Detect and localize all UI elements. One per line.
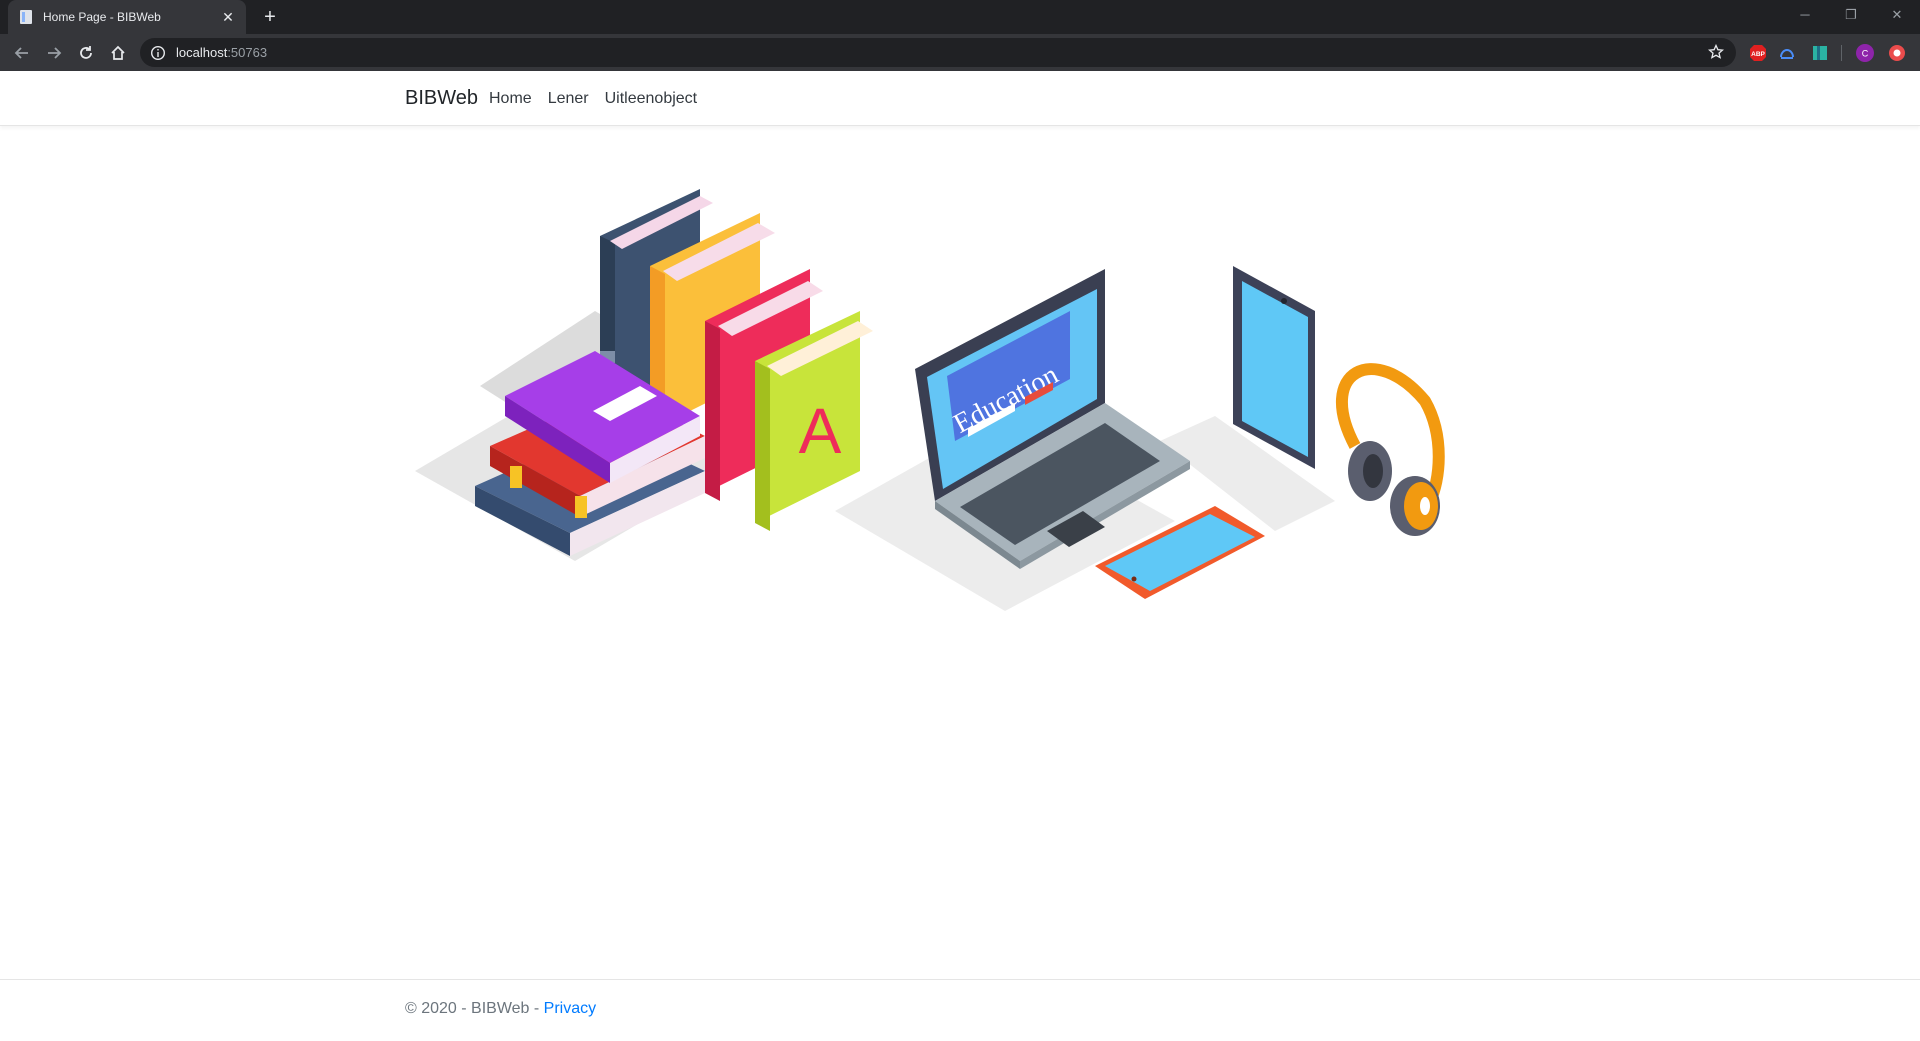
tab-close-icon[interactable]: ✕ <box>220 9 236 26</box>
forward-icon[interactable] <box>40 39 68 67</box>
site-info-icon[interactable] <box>150 45 166 61</box>
svg-text:ABP: ABP <box>1751 51 1765 58</box>
nav-link-home[interactable]: Home <box>489 90 532 108</box>
browser-toolbar: localhost:50763 ABP C <box>0 34 1920 71</box>
tab-title: Home Page - BIBWeb <box>43 10 161 24</box>
headphones <box>1336 363 1445 536</box>
footer-copyright: © 2020 - BIBWeb - <box>405 1000 544 1017</box>
url-host: localhost <box>176 45 228 60</box>
page-favicon-icon <box>18 9 34 25</box>
nav-links: Home Lener Uitleenobject <box>489 90 713 108</box>
address-bar[interactable]: localhost:50763 <box>140 38 1736 67</box>
privacy-link[interactable]: Privacy <box>544 1000 596 1017</box>
window-close-button[interactable]: ✕ <box>1874 0 1920 30</box>
browser-tab[interactable]: Home Page - BIBWeb ✕ <box>8 0 246 34</box>
toolbar-divider <box>1841 45 1842 61</box>
url-port: :50763 <box>227 45 268 60</box>
restore-button[interactable]: ❐ <box>1828 0 1874 30</box>
nav-link-lener[interactable]: Lener <box>548 90 589 108</box>
extension-icon-3[interactable] <box>1887 43 1907 63</box>
site-footer: © 2020 - BIBWeb - Privacy <box>0 979 1920 1041</box>
reload-icon[interactable] <box>72 39 100 67</box>
tab-strip: Home Page - BIBWeb ✕ + ─ ❐ ✕ <box>0 0 1920 34</box>
extension-icon[interactable] <box>1777 43 1797 63</box>
new-tab-button[interactable]: + <box>258 5 282 29</box>
navbar-brand[interactable]: BIBWeb <box>405 87 478 110</box>
extension-icon-2[interactable] <box>1810 43 1830 63</box>
site-navbar: BIBWeb Home Lener Uitleenobject <box>0 71 1920 126</box>
profile-avatar[interactable]: C <box>1855 43 1875 63</box>
bookmark-star-icon[interactable] <box>1707 43 1725 65</box>
book-letter: A <box>799 395 842 467</box>
minimize-button[interactable]: ─ <box>1782 0 1828 30</box>
footer-text: © 2020 - BIBWeb - Privacy <box>405 1000 596 1018</box>
web-page: BIBWeb Home Lener Uitleenobject A Educat… <box>0 71 1920 1041</box>
adblock-plus-icon[interactable]: ABP <box>1748 43 1768 63</box>
back-icon[interactable] <box>8 39 36 67</box>
nav-link-uitleenobject[interactable]: Uitleenobject <box>605 90 698 108</box>
hero-illustration: A Education <box>415 171 1525 721</box>
home-icon[interactable] <box>104 39 132 67</box>
svg-text:C: C <box>1862 49 1869 59</box>
